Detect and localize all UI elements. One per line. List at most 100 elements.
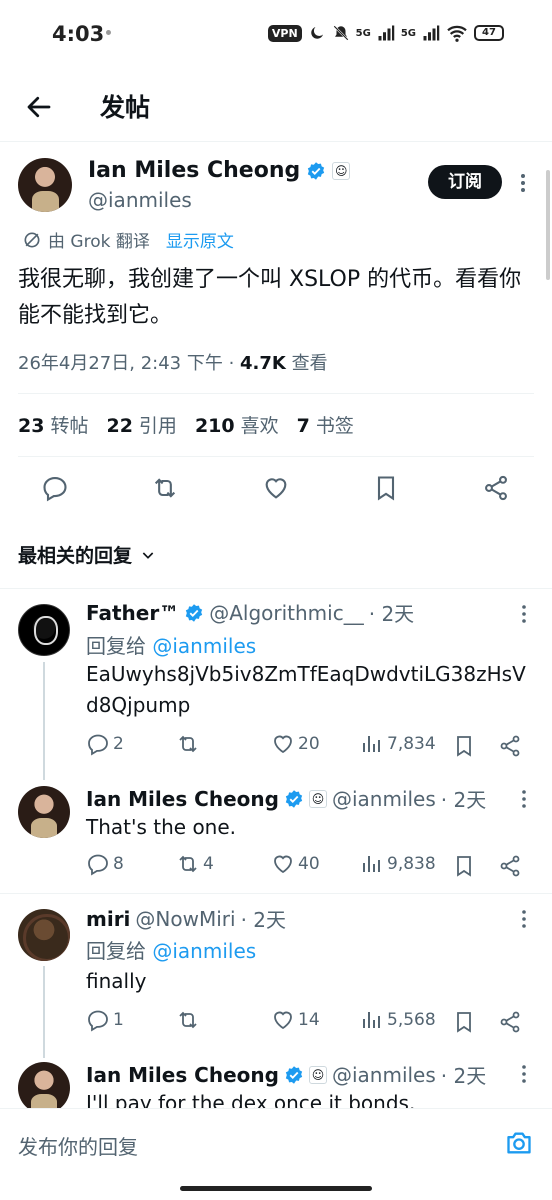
repost-icon[interactable] (151, 474, 179, 502)
post-action-bar (0, 470, 552, 506)
camera-icon[interactable] (505, 1129, 533, 1157)
reply-icon (88, 1010, 108, 1032)
bookmark-icon[interactable] (452, 854, 476, 878)
repost-icon (179, 855, 197, 873)
top-header: 发帖 (0, 70, 552, 142)
reply-time: · 2天 (240, 908, 287, 932)
reply-repost-button[interactable] (176, 1008, 203, 1032)
back-arrow-icon[interactable] (24, 92, 54, 122)
reply-author-name[interactable]: miri (86, 907, 130, 931)
reply-text: That's the one. (86, 815, 237, 839)
author-handle[interactable]: @ianmiles (88, 188, 192, 212)
reply-author-name[interactable]: Father™ (86, 601, 179, 625)
thread-line (43, 966, 45, 1058)
engagement-counts: 23 转帖 22 引用 210 喜欢 7 书签 (18, 411, 354, 438)
post-timestamp[interactable]: 26年4月27日, 2:43 下午 · (18, 353, 240, 374)
reply-comment-button[interactable]: 8 (86, 852, 124, 876)
views-icon (363, 1012, 380, 1028)
reply-avatar[interactable] (18, 1062, 70, 1114)
chevron-down-icon (142, 551, 154, 559)
reply-comment-button[interactable]: 2 (86, 732, 124, 756)
more-options-icon[interactable] (518, 172, 528, 194)
reply-input[interactable]: 发布你的回复 (18, 1131, 138, 1160)
post-views-count: 4.7K (240, 353, 286, 374)
reply-to-link[interactable]: @ianmiles (152, 634, 256, 658)
author-name-row[interactable]: Ian Miles Cheong ☺ (88, 158, 351, 183)
reply-author-handle[interactable]: @Algorithmic__ (209, 601, 364, 625)
reply-repost-button[interactable]: 4 (176, 852, 214, 876)
reply-avatar[interactable] (18, 909, 70, 961)
reply-author-handle[interactable]: @ianmiles (332, 787, 436, 811)
share-icon[interactable] (482, 474, 510, 502)
grok-translation-label: 由 Grok 翻译 (48, 232, 150, 252)
more-options-icon[interactable] (520, 789, 528, 809)
reply-repost-button[interactable] (176, 732, 203, 756)
author-avatar[interactable] (18, 158, 72, 212)
more-options-icon[interactable] (520, 604, 528, 624)
divider (18, 456, 534, 457)
share-icon[interactable] (498, 734, 522, 758)
status-icons: VPN 5G 5G 47 (267, 24, 504, 42)
views-icon (363, 736, 380, 752)
reply-author-row[interactable]: Father™ @Algorithmic__ · 2天 (86, 598, 414, 627)
reply-icon (88, 734, 108, 756)
network-5g-label: 5G (355, 27, 371, 39)
affiliate-badge-icon: ☺ (308, 789, 327, 808)
reply-author-name[interactable]: Ian Miles Cheong (86, 1063, 279, 1087)
battery-icon: 47 (474, 25, 504, 41)
verified-badge-icon (285, 789, 303, 808)
share-icon[interactable] (498, 1010, 522, 1034)
reply-text: EaUwyhs8jVb5iv8ZmTfEaqDwdvtiLG38zHsVd8Qj… (86, 662, 526, 717)
likes-count[interactable]: 210 喜欢 (195, 411, 279, 438)
thread-line (43, 662, 45, 780)
reply-time: · 2天 (440, 1064, 487, 1088)
reply-author-handle[interactable]: @ianmiles (332, 1063, 436, 1087)
reply-author-row[interactable]: Ian Miles Cheong ☺ @ianmiles · 2天 (86, 784, 486, 813)
reply-views-button[interactable]: 9,838 (360, 852, 436, 876)
share-icon[interactable] (498, 854, 522, 878)
divider (18, 393, 534, 394)
moon-icon (310, 27, 323, 39)
reply-avatar[interactable] (18, 786, 70, 838)
reply-like-button[interactable]: 20 (271, 732, 320, 756)
reply-compose-bar[interactable]: 发布你的回复 (0, 1108, 552, 1178)
reply-like-button[interactable]: 14 (271, 1008, 320, 1032)
bookmark-icon[interactable] (452, 734, 476, 758)
scrollbar[interactable] (546, 170, 550, 280)
reply-author-name[interactable]: Ian Miles Cheong (86, 787, 279, 811)
reply-comment-button[interactable]: 1 (86, 1008, 124, 1032)
like-icon[interactable] (262, 474, 290, 502)
reply-to-link[interactable]: @ianmiles (152, 939, 256, 963)
status-time: 4:03 (52, 22, 105, 46)
bookmarks-count[interactable]: 7 书签 (297, 411, 354, 438)
bookmark-icon[interactable] (372, 474, 400, 502)
sort-label: 最相关的回复 (18, 545, 133, 567)
reply-action-bar: 1 14 5,568 (86, 1008, 536, 1038)
vpn-icon: VPN (267, 24, 302, 42)
post-meta: 26年4月27日, 2:43 下午 · 4.7K 查看 (18, 349, 328, 375)
reply-author-handle[interactable]: @NowMiri (135, 907, 235, 931)
reply-icon[interactable] (41, 474, 69, 502)
more-options-icon[interactable] (520, 909, 528, 929)
reply-text: finally (86, 969, 147, 993)
show-original-link[interactable]: 显示原文 (166, 227, 234, 252)
reply-sort-dropdown[interactable]: 最相关的回复 (18, 541, 156, 568)
reply-author-row[interactable]: miri @NowMiri · 2天 (86, 904, 286, 933)
reply-views-button[interactable]: 7,834 (360, 732, 436, 756)
repost-icon (179, 1011, 197, 1029)
reply-like-button[interactable]: 40 (271, 852, 320, 876)
reply-avatar[interactable] (18, 604, 70, 656)
more-options-icon[interactable] (520, 1064, 528, 1084)
like-icon (274, 1011, 292, 1030)
bookmark-icon[interactable] (452, 1010, 476, 1034)
reply-views-button[interactable]: 5,568 (360, 1008, 436, 1032)
reply-icon (88, 854, 108, 876)
signal-icon-2 (423, 25, 440, 41)
reposts-count[interactable]: 23 转帖 (18, 411, 88, 438)
post-views-label: 查看 (291, 353, 328, 374)
affiliate-badge-icon: ☺ (332, 161, 351, 180)
quotes-count[interactable]: 22 引用 (106, 411, 176, 438)
author-name[interactable]: Ian Miles Cheong (88, 158, 300, 183)
subscribe-button[interactable]: 订阅 (428, 165, 502, 199)
reply-author-row[interactable]: Ian Miles Cheong ☺ @ianmiles · 2天 (86, 1060, 486, 1089)
